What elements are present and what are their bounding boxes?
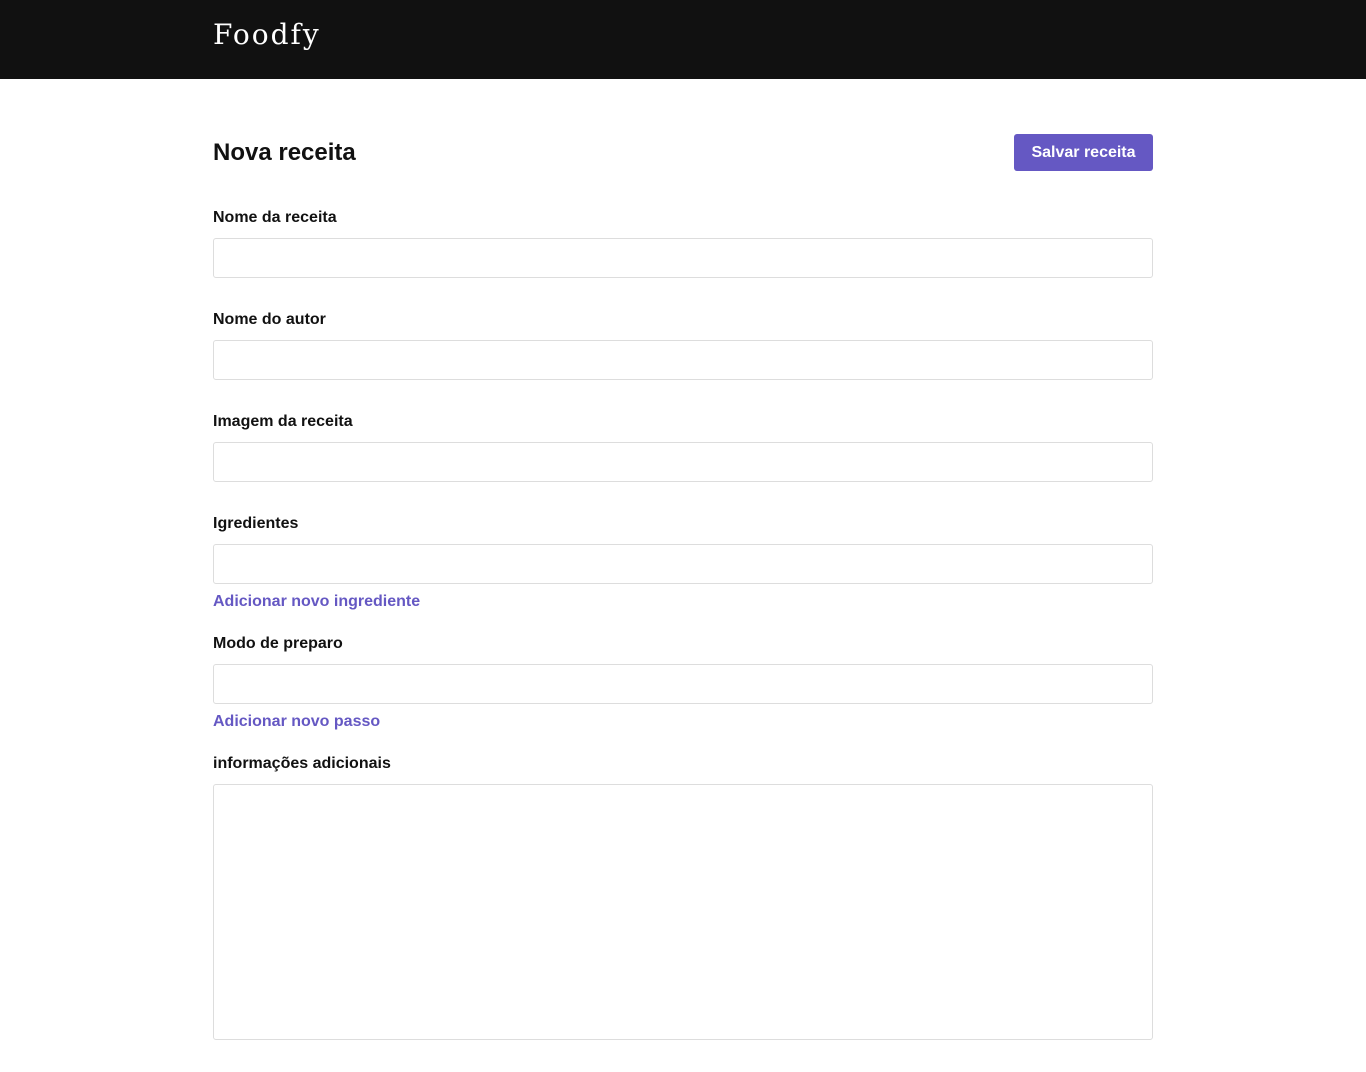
additional-info-textarea[interactable] <box>213 784 1153 1040</box>
ingredient-input[interactable] <box>213 544 1153 584</box>
brand-logo[interactable]: Foodfy <box>213 17 321 53</box>
recipe-image-label: Imagem da receita <box>213 413 353 430</box>
save-recipe-button[interactable]: Salvar receita <box>1014 134 1153 171</box>
recipe-image-input[interactable] <box>213 442 1153 482</box>
add-step-link[interactable]: Adicionar novo passo <box>213 712 380 732</box>
page-title: Nova receita <box>213 139 356 166</box>
ingredients-label: Igredientes <box>213 515 299 532</box>
top-navbar: Foodfy <box>0 0 1366 79</box>
recipe-name-input[interactable] <box>213 238 1153 278</box>
recipe-name-label: Nome da receita <box>213 209 337 226</box>
author-name-input[interactable] <box>213 340 1153 380</box>
preparation-step-input[interactable] <box>213 664 1153 704</box>
additional-info-label: informações adicionais <box>213 755 391 772</box>
page-header: Nova receita Salvar receita <box>213 134 1153 171</box>
add-ingredient-link[interactable]: Adicionar novo ingrediente <box>213 592 420 612</box>
preparation-label: Modo de preparo <box>213 635 343 652</box>
author-name-label: Nome do autor <box>213 311 326 328</box>
